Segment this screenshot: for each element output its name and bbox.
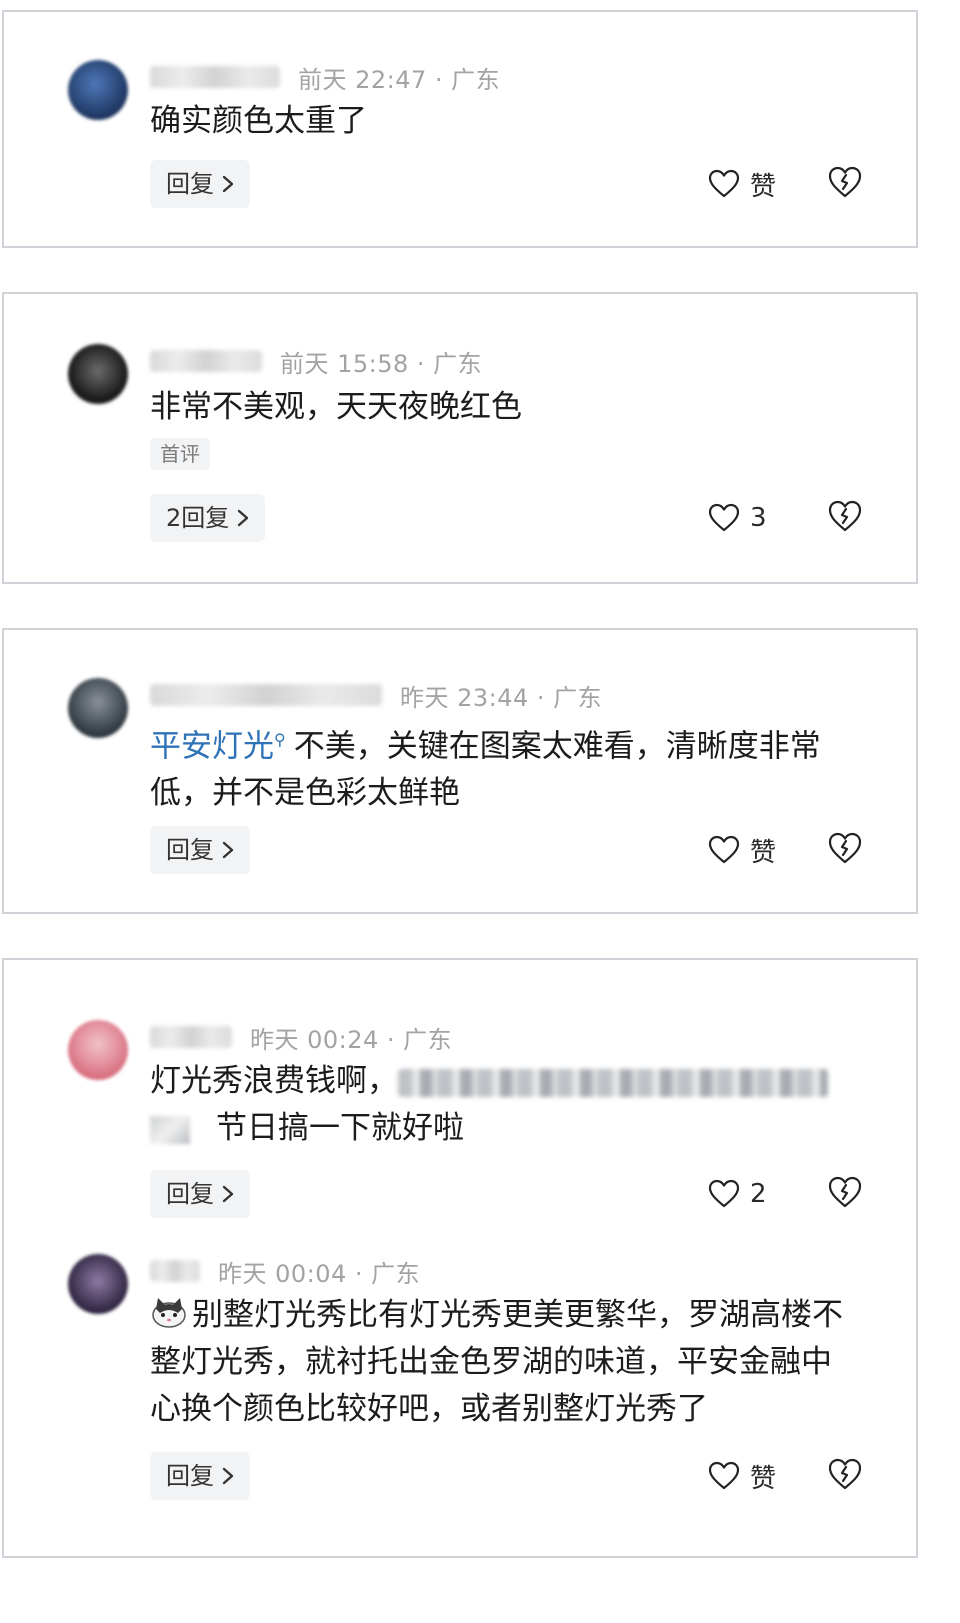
heart-outline-icon <box>708 1461 740 1490</box>
reply-button[interactable]: 回复 <box>150 1170 250 1218</box>
heart-outline-icon <box>708 1179 740 1208</box>
reply-label: 回复 <box>166 836 214 864</box>
like-label: 赞 <box>750 171 777 202</box>
reply-button[interactable]: 2回复 <box>150 494 266 542</box>
comment-time-location: 昨天 23:44 · 广东 <box>400 683 603 712</box>
comment-card: 前天 15:58 · 广东 非常不美观，天天夜晚红色 首评 2回复 3 <box>2 292 918 584</box>
like-button[interactable]: 赞 <box>708 164 776 204</box>
username-blurred[interactable] <box>150 684 382 706</box>
broken-heart-icon[interactable] <box>827 1457 863 1491</box>
comment-card: 昨天 00:24 · 广东 灯光秀浪费钱啊， 节日搞一下就好啦 回复 2 昨天 … <box>2 958 918 1558</box>
blurred-emoji <box>150 1115 190 1144</box>
chevron-right-icon <box>222 1185 234 1203</box>
comment-time-location: 前天 22:47 · 广东 <box>298 65 501 94</box>
comment-text-part: 灯光秀浪费钱啊， <box>150 1063 398 1099</box>
mention-link[interactable]: 平安灯光 <box>150 728 274 764</box>
broken-heart-icon[interactable] <box>827 831 863 865</box>
comment-time-location: 昨天 00:04 · 广东 <box>218 1259 421 1288</box>
comment-time-location: 昨天 00:24 · 广东 <box>250 1025 453 1054</box>
reply-label: 2回复 <box>166 504 230 532</box>
chevron-right-icon <box>222 1467 234 1485</box>
chevron-right-icon <box>222 841 234 859</box>
avatar[interactable] <box>68 60 128 120</box>
comment-card: 前天 22:47 · 广东 确实颜色太重了 回复 赞 <box>2 10 918 248</box>
reply-button[interactable]: 回复 <box>150 1452 250 1500</box>
comment-meta: 昨天 23:44 · 广东 <box>150 680 603 712</box>
username-blurred[interactable] <box>150 1026 232 1048</box>
like-button[interactable]: 赞 <box>708 830 776 870</box>
comment-card: 昨天 23:44 · 广东 平安灯光⚲ 不美，关键在图案太难看，清晰度非常低，并不… <box>2 628 918 914</box>
blurred-text <box>398 1068 828 1097</box>
like-button[interactable]: 3 <box>708 498 767 538</box>
like-button[interactable]: 2 <box>708 1174 767 1214</box>
comment-text: 非常不美观，天天夜晚红色 <box>150 389 522 425</box>
avatar[interactable] <box>68 1020 128 1080</box>
comment-text: 平安灯光⚲ 不美，关键在图案太难看，清晰度非常低，并不是色彩太鲜艳 <box>150 716 860 817</box>
username-blurred[interactable] <box>150 66 280 88</box>
comment-text: 灯光秀浪费钱啊， 节日搞一下就好啦 <box>150 1058 860 1152</box>
like-count: 3 <box>750 503 767 533</box>
avatar[interactable] <box>68 344 128 404</box>
like-label: 赞 <box>750 837 777 868</box>
search-icon[interactable]: ⚲ <box>274 730 286 749</box>
reply-label: 回复 <box>166 170 214 198</box>
broken-heart-icon[interactable] <box>827 499 863 533</box>
avatar[interactable] <box>68 678 128 738</box>
comment-text-content: 别整灯光秀比有灯光秀更美更繁华，罗湖高楼不整灯光秀，就衬托出金色罗湖的味道，平安… <box>150 1297 843 1427</box>
broken-heart-icon[interactable] <box>827 165 863 199</box>
comment-meta: 昨天 00:04 · 广东 <box>150 1256 421 1288</box>
comment-text: 别整灯光秀比有灯光秀更美更繁华，罗湖高楼不整灯光秀，就衬托出金色罗湖的味道，平安… <box>150 1292 860 1433</box>
heart-outline-icon <box>708 503 740 532</box>
reply-label: 回复 <box>166 1462 214 1490</box>
comment-text-part: 节日搞一下就好啦 <box>216 1110 464 1146</box>
comment-meta: 前天 15:58 · 广东 <box>150 346 483 378</box>
like-label: 赞 <box>750 1463 777 1494</box>
username-blurred[interactable] <box>150 1260 200 1282</box>
chevron-right-icon <box>238 509 249 527</box>
reply-button[interactable]: 回复 <box>150 826 250 874</box>
comment-text: 确实颜色太重了 <box>150 103 367 139</box>
reply-label: 回复 <box>166 1180 214 1208</box>
heart-outline-icon <box>708 835 740 864</box>
username-blurred[interactable] <box>150 350 262 372</box>
comment-meta: 前天 22:47 · 广东 <box>150 62 501 94</box>
cat-emoji-icon <box>152 1298 186 1328</box>
comment-meta: 昨天 00:24 · 广东 <box>150 1022 453 1054</box>
like-count: 2 <box>750 1179 767 1209</box>
comment-time-location: 前天 15:58 · 广东 <box>280 349 483 378</box>
first-comment-tag: 首评 <box>150 438 210 470</box>
reply-button[interactable]: 回复 <box>150 160 250 208</box>
like-button[interactable]: 赞 <box>708 1456 776 1496</box>
heart-outline-icon <box>708 169 740 198</box>
broken-heart-icon[interactable] <box>827 1175 863 1209</box>
chevron-right-icon <box>222 175 234 193</box>
avatar[interactable] <box>68 1254 128 1314</box>
